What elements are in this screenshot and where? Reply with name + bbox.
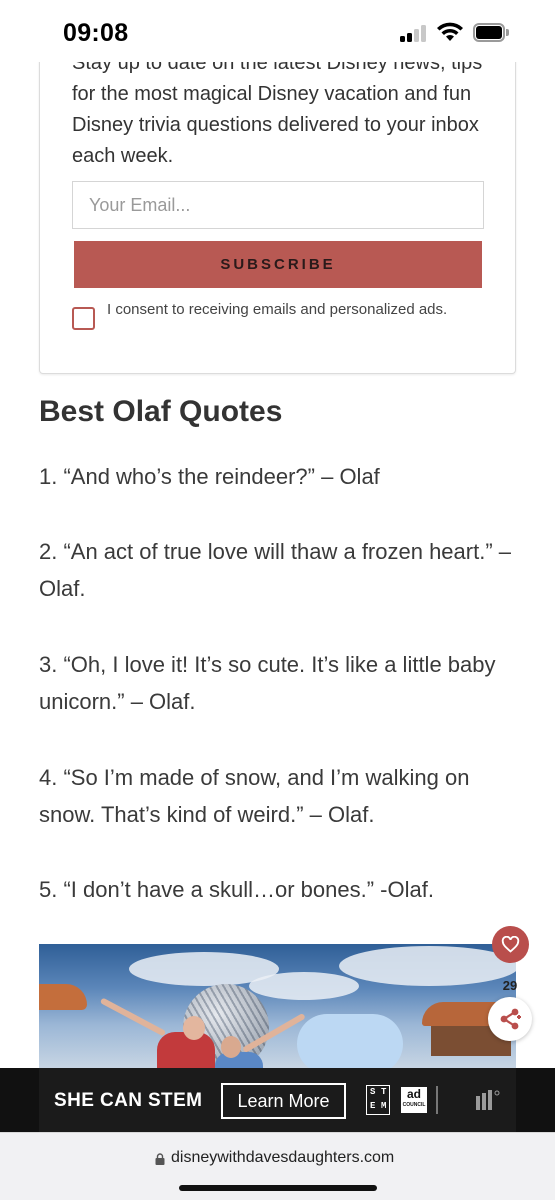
newsletter-card: Stay up to date on the latest Disney new…: [39, 30, 516, 374]
clock: 09:08: [63, 19, 129, 47]
favorite-button[interactable]: [492, 926, 529, 963]
newsletter-intro: Stay up to date on the latest Disney new…: [72, 52, 483, 167]
lock-icon: [155, 1153, 165, 1165]
quote-item: 5. “I don’t have a skull…or bones.” -Ola…: [39, 877, 434, 902]
consent-checkbox[interactable]: [72, 307, 95, 330]
person: [157, 1032, 215, 1069]
learn-more-button[interactable]: Learn More: [221, 1083, 346, 1119]
wifi-icon: [437, 22, 463, 41]
quote-item: 4. “So I’m made of snow, and I’m walking…: [39, 765, 470, 827]
cellular-signal-icon: [400, 24, 430, 42]
share-button[interactable]: [488, 997, 532, 1041]
quote-item: 1. “And who’s the reindeer?” – Olaf: [39, 464, 380, 489]
ad-council-logo: ad COUNCIL: [401, 1087, 427, 1113]
browser-address-bar[interactable]: disneywithdavesdaughters.com: [0, 1132, 555, 1200]
quote-item: 3. “Oh, I love it! It’s so cute. It’s li…: [39, 652, 496, 714]
ad-network-logo-icon: [476, 1090, 500, 1110]
home-indicator[interactable]: [179, 1185, 377, 1191]
consent-label: I consent to receiving emails and person…: [107, 301, 448, 318]
url-text[interactable]: disneywithdavesdaughters.com: [171, 1149, 394, 1167]
ad-divider: [436, 1086, 438, 1114]
status-bar: 09:08: [0, 0, 555, 62]
subscribe-button[interactable]: SUBSCRIBE: [74, 241, 482, 288]
heart-icon: [501, 936, 520, 953]
olaf-snow-cloud: [297, 1014, 403, 1069]
section-heading: Best Olaf Quotes: [39, 395, 283, 428]
share-icon: [500, 1008, 521, 1030]
stem-logo: S T E M: [366, 1085, 390, 1115]
article-photo: [39, 944, 516, 1069]
email-field[interactable]: [72, 181, 484, 229]
share-count: 29: [502, 978, 518, 993]
battery-icon: [473, 23, 509, 42]
ad-headline: SHE CAN STEM: [54, 1090, 203, 1111]
ad-banner[interactable]: SHE CAN STEM Learn More S T E M ad COUNC…: [0, 1068, 555, 1132]
quote-item: 2. “An act of true love will thaw a froz…: [39, 539, 512, 601]
